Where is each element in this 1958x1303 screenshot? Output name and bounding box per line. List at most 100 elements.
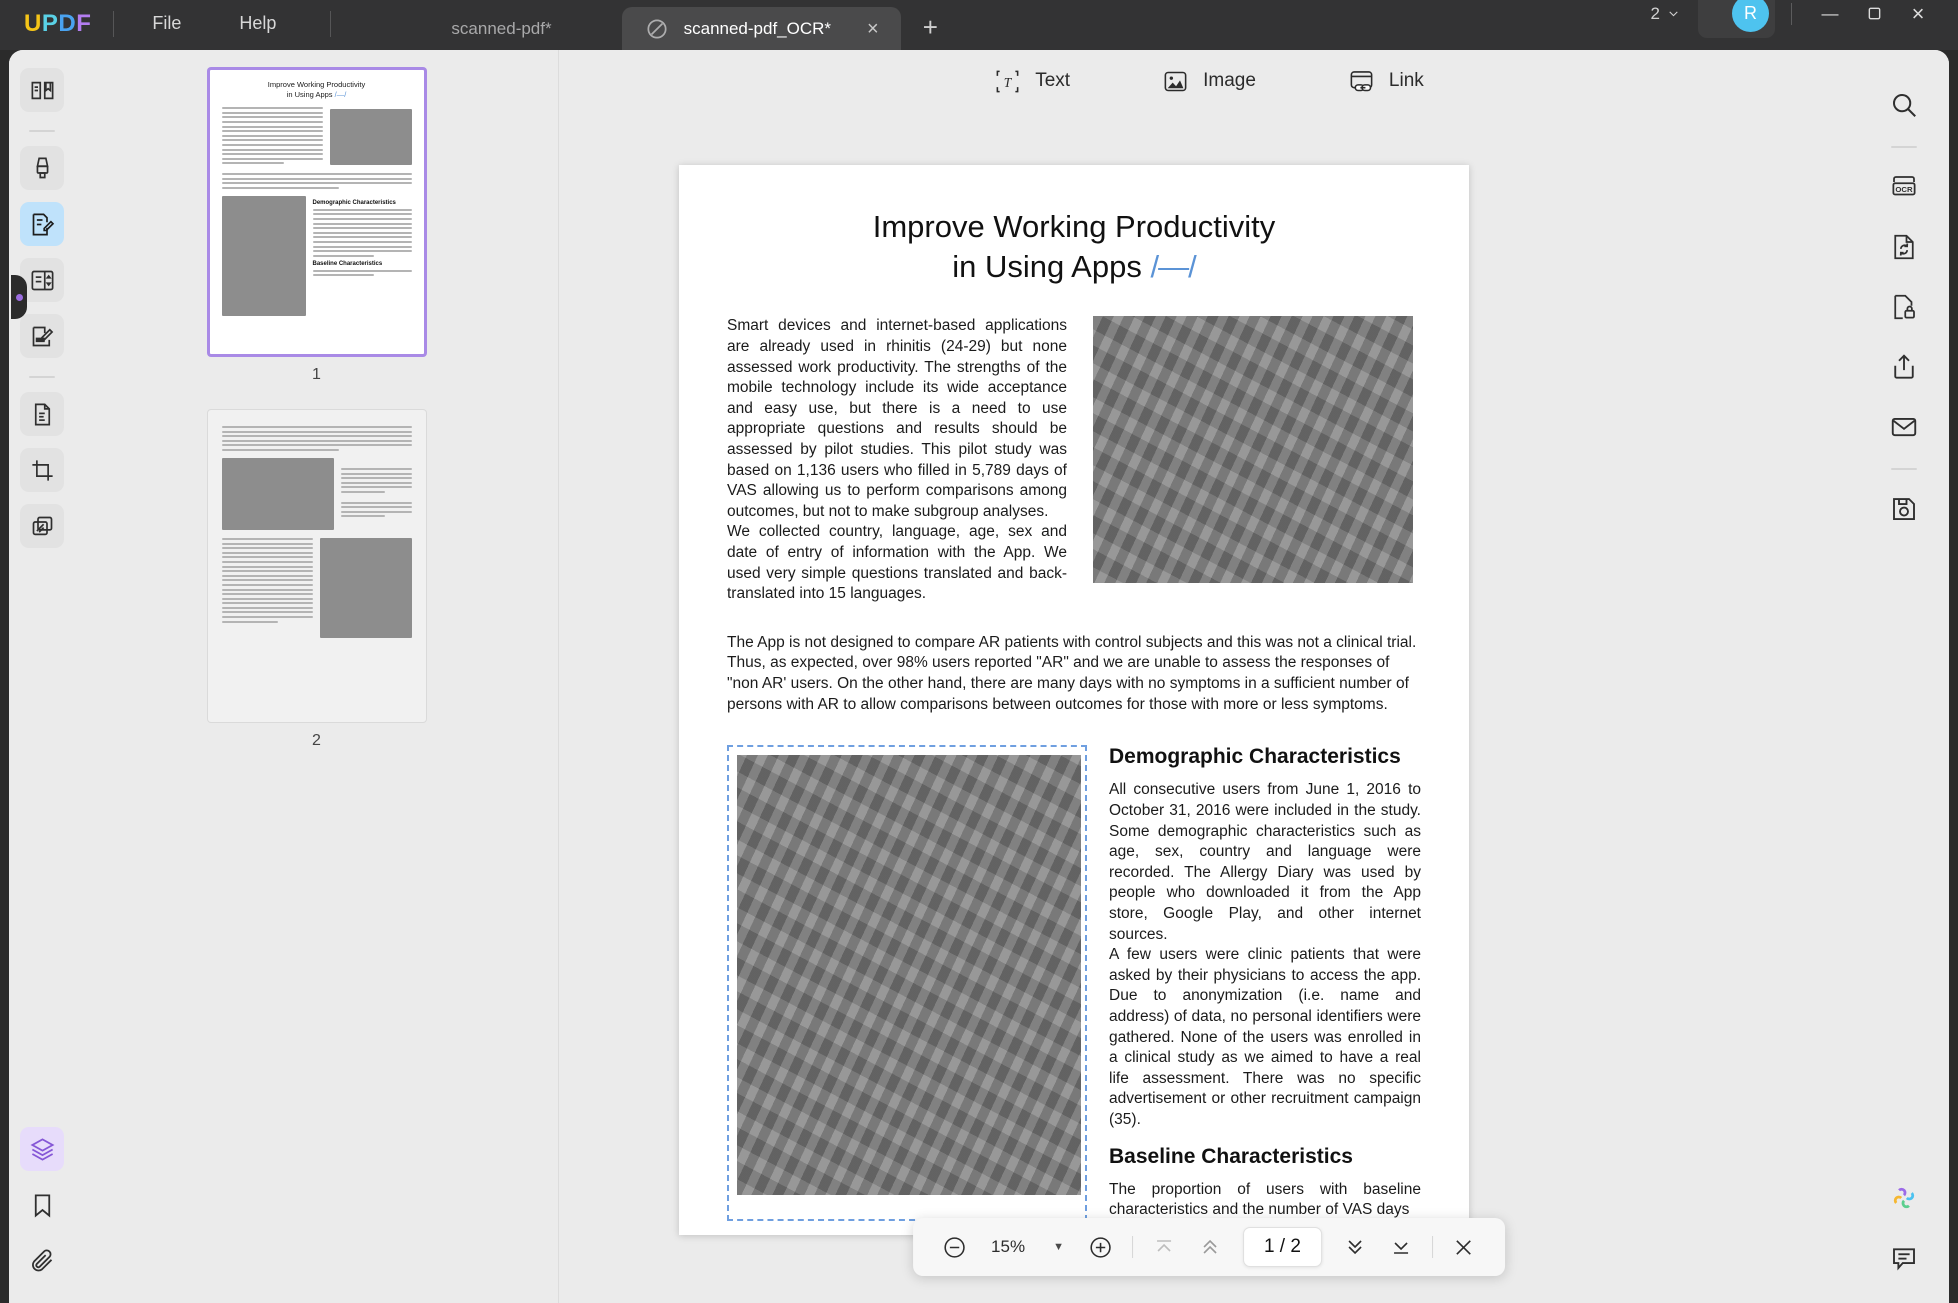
meeting-room-photo[interactable] [1093,316,1413,584]
search-icon[interactable] [1881,82,1927,128]
ai-assistant-icon[interactable] [1881,1175,1927,1221]
students-with-laptops-photo[interactable] [737,755,1081,1196]
document-title: Improve Working Productivity in Using Ap… [727,207,1421,286]
thumbnail-2-image-1 [221,457,334,530]
maximize-button[interactable] [1852,0,1896,30]
sidebar-annotate-icon[interactable] [20,146,64,190]
close-icon [1456,1239,1472,1255]
rail-divider-2 [29,376,55,378]
tab-count-dropdown[interactable]: 2 [1651,4,1680,24]
sidebar-edit-pdf-icon[interactable] [20,202,64,246]
thumbnail-2-content [210,412,424,652]
toolbar-divider-1 [1131,1236,1133,1258]
comment-icon[interactable] [1881,1235,1927,1281]
tab-close-icon[interactable]: × [867,19,879,39]
page-sheet[interactable]: Improve Working Productivity in Using Ap… [679,165,1469,1235]
share-icon[interactable] [1881,344,1927,390]
menu-file[interactable]: File [136,9,197,38]
document-title-line1: Improve Working Productivity [872,209,1276,244]
edit-image-label: Image [1203,70,1256,91]
logo-letter-p: P [41,10,59,37]
zoom-level-value[interactable]: 15% [979,1237,1037,1257]
sidebar-reader-icon[interactable] [20,68,64,112]
left-tool-rail [9,50,75,1303]
tab-label: scanned-pdf* [451,18,552,38]
close-toolbar-button[interactable] [1443,1226,1485,1268]
image-icon [1162,68,1189,95]
app-body: Improve Working Productivity in Using App… [0,50,1958,1303]
tab-count-value: 2 [1650,3,1660,23]
save-icon[interactable] [1881,486,1927,532]
new-tab-button[interactable]: + [923,14,938,40]
minimize-button[interactable]: — [1808,0,1852,30]
panel-collapse-handle[interactable] [11,275,27,319]
zoom-out-icon [943,1236,965,1258]
sidebar-form-icon[interactable] [20,314,64,358]
edit-text-tool[interactable]: T Text [994,68,1070,95]
chevron-down-double-icon [1348,1240,1362,1255]
thumbnail-page-1[interactable]: Improve Working Productivity in Using App… [207,68,426,356]
app-shell: Improve Working Productivity in Using App… [9,50,1949,1303]
intro-text-column: Smart devices and internet-based applica… [727,316,1067,605]
window-controls-divider [1791,2,1792,25]
zoom-out-button[interactable] [933,1226,975,1268]
edit-image-tool[interactable]: Image [1162,68,1256,95]
thumbnail-panel[interactable]: Improve Working Productivity in Using App… [75,50,559,1303]
heading-demographic: Demographic Characteristics [1109,745,1401,769]
email-icon[interactable] [1881,404,1927,450]
menu-help[interactable]: Help [223,9,292,38]
handle-dot [15,293,23,301]
sidebar-attachment-icon[interactable] [20,1239,64,1283]
sidebar-batch-icon[interactable] [20,504,64,548]
menu-divider [330,11,332,37]
sidebar-layers-icon[interactable] [20,1127,64,1171]
page-indicator[interactable]: 1 / 2 [1242,1227,1322,1267]
rail-divider-1 [29,130,55,132]
convert-icon[interactable] [1881,224,1927,270]
intro-row: Smart devices and internet-based applica… [727,316,1421,605]
sidebar-convert-doc-icon[interactable] [20,392,64,436]
previous-page-button[interactable] [1189,1226,1231,1268]
thumbnail-1-image-2 [221,195,306,316]
document-title-line2: in Using Apps [952,248,1142,284]
edit-link-tool[interactable]: Link [1348,68,1424,95]
logo-letter-f: F [76,10,92,37]
first-page-icon [1156,1240,1171,1252]
protect-icon[interactable] [1881,284,1927,330]
document-title-mark: /—/ [1150,248,1196,284]
link-icon [1348,68,1375,95]
titlebar-right-group: 2 R — × [1651,0,1940,38]
avatar: R [1732,0,1769,32]
zoom-in-button[interactable] [1080,1226,1122,1268]
last-page-button[interactable] [1380,1226,1422,1268]
thumbnail-2-image-2 [319,537,412,638]
thumbnail-2-number: 2 [312,732,321,749]
thumbnail-1-content: Improve Working Productivity in Using App… [210,70,424,326]
sidebar-crop-icon[interactable] [20,448,64,492]
zoom-dropdown-caret[interactable]: ▼ [1041,1241,1076,1253]
selected-image-frame[interactable] [727,745,1087,1221]
demographic-paragraph-1: All consecutive users from June 1, 2016 … [1109,781,1421,943]
tab-scanned-pdf[interactable]: scanned-pdf* [381,7,621,50]
next-page-button[interactable] [1334,1226,1376,1268]
right-rail-divider-1 [1891,146,1917,148]
baseline-paragraph: The proportion of users with baseline ch… [1109,1180,1421,1219]
chevron-up-double-icon [1203,1239,1217,1254]
thumbnail-page-2[interactable] [207,410,426,722]
avatar-container[interactable]: R [1698,0,1775,38]
edit-text-label: Text [1035,70,1071,91]
left-rail-bottom-group [20,1127,64,1303]
viewer-bottom-toolbar: 15% ▼ 1 / 2 [913,1218,1505,1276]
tab-scanned-pdf-ocr[interactable]: scanned-pdf_OCR* × [621,7,901,50]
close-button[interactable]: × [1896,0,1940,30]
first-page-button[interactable] [1143,1226,1185,1268]
right-rail-bottom-group [1881,1175,1927,1303]
chevron-down-icon [1669,11,1678,17]
ocr-icon[interactable]: OCR [1881,164,1927,210]
thumbnail-1-image-1 [329,109,412,166]
sidebar-bookmark-icon[interactable] [20,1183,64,1227]
demographics-row: Demographic Characteristics All consecut… [727,745,1421,1221]
last-page-icon [1393,1242,1408,1254]
paragraph-2: We collected country, language, age, sex… [727,523,1067,603]
maximize-icon [1868,7,1880,20]
